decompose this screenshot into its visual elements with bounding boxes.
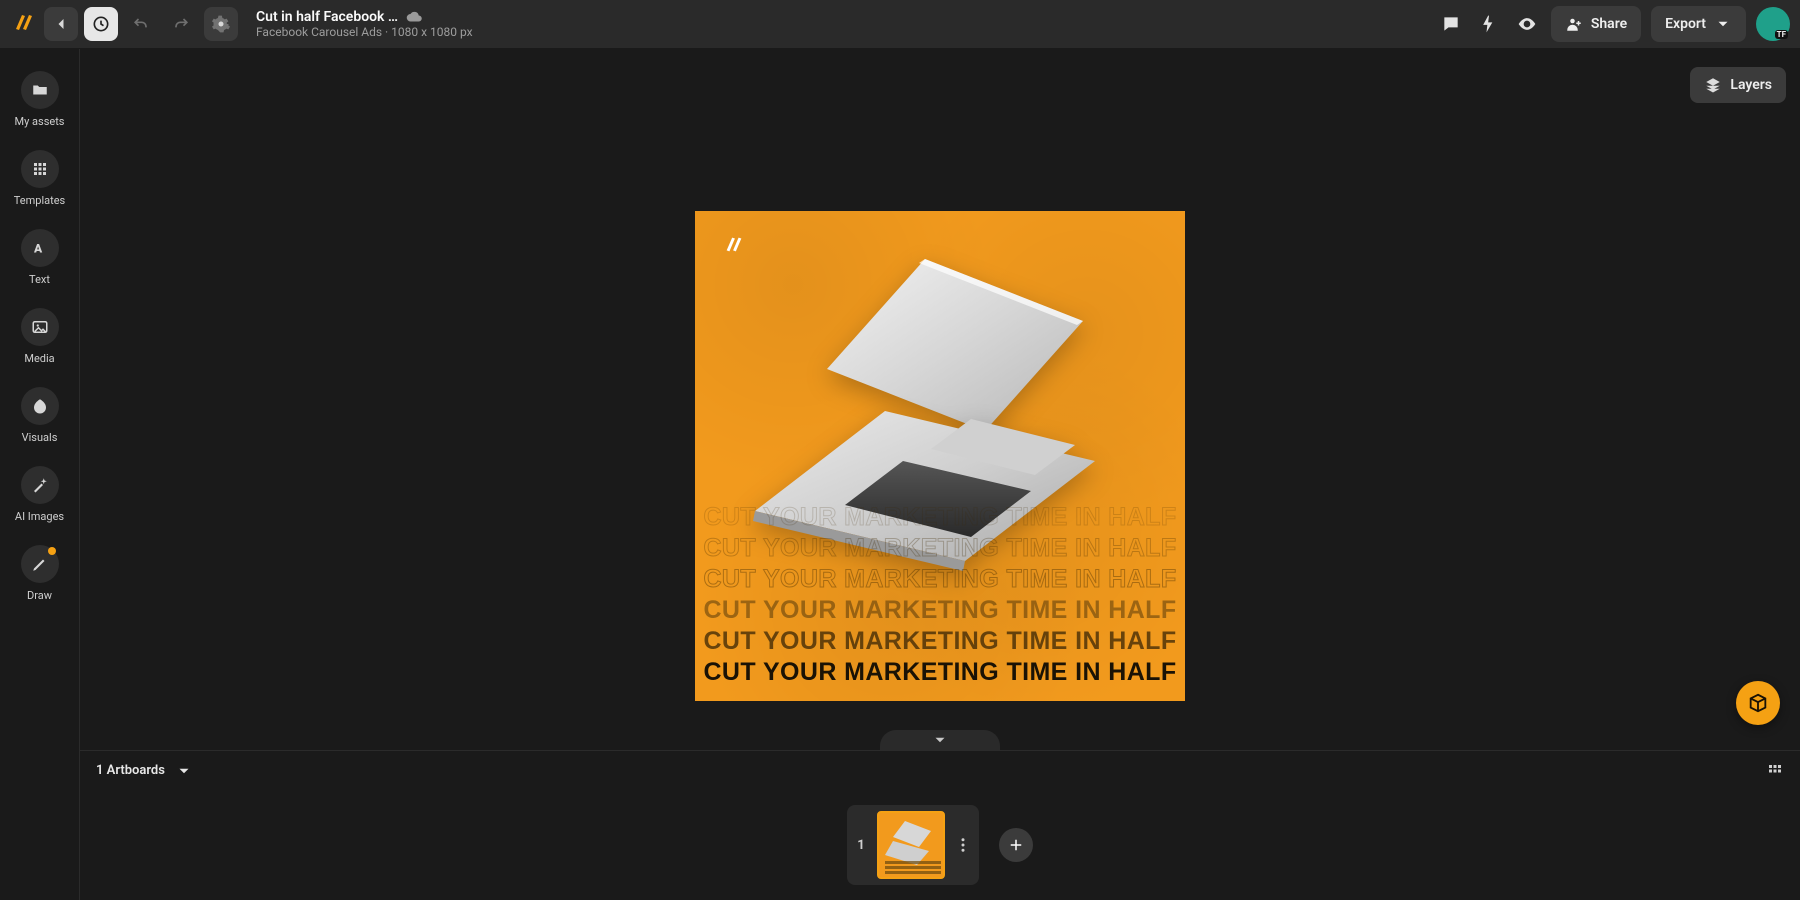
thumbnail-bar: 1 — [80, 790, 1800, 900]
sidebar-item-templates[interactable]: Templates — [6, 142, 74, 217]
layers-icon — [1704, 76, 1722, 94]
panel-pull-handle[interactable] — [880, 730, 1000, 750]
eye-icon — [1517, 14, 1537, 34]
artboards-bar: 1 Artboards — [80, 750, 1800, 790]
redo-button[interactable] — [164, 7, 198, 41]
undo-icon — [131, 14, 151, 34]
back-button[interactable] — [44, 7, 78, 41]
headline-line: CUT YOUR MARKETING TIME IN HALF — [703, 534, 1176, 563]
headline-stack: CUT YOUR MARKETING TIME IN HALF CUT YOUR… — [695, 503, 1185, 687]
document-title-area: Cut in half Facebook … Facebook Carousel… — [256, 8, 473, 40]
headline-line: CUT YOUR MARKETING TIME IN HALF — [703, 627, 1176, 656]
comments-button[interactable] — [1437, 10, 1465, 38]
sidebar-item-my-assets[interactable]: My assets — [6, 63, 74, 138]
artboard[interactable]: CUT YOUR MARKETING TIME IN HALF CUT YOUR… — [695, 211, 1185, 701]
settings-button[interactable] — [204, 7, 238, 41]
plus-icon — [1007, 836, 1025, 854]
person-plus-icon — [1565, 15, 1583, 33]
undo-button[interactable] — [124, 7, 158, 41]
sidebar-item-label: AI Images — [15, 510, 64, 523]
gear-icon — [211, 14, 231, 34]
headline-line: CUT YOUR MARKETING TIME IN HALF — [703, 565, 1176, 594]
thumbnail-number: 1 — [853, 838, 868, 853]
document-subtitle: Facebook Carousel Ads · 1080 x 1080 px — [256, 26, 473, 40]
svg-text:A: A — [33, 242, 43, 256]
bolt-icon — [1479, 14, 1499, 34]
left-sidebar: My assets Templates A Text Media Visuals… — [0, 49, 80, 900]
thumbnail-more-button[interactable] — [953, 836, 973, 854]
text-icon: A — [31, 239, 49, 257]
layers-button[interactable]: Layers — [1690, 67, 1786, 103]
sidebar-item-label: Templates — [14, 194, 65, 207]
grid-icon — [31, 160, 49, 178]
cube-icon — [1747, 692, 1769, 714]
headline-line: CUT YOUR MARKETING TIME IN HALF — [703, 596, 1176, 625]
sidebar-item-label: My assets — [15, 115, 65, 128]
cloud-status-icon — [406, 8, 424, 26]
chevron-down-icon — [931, 731, 949, 749]
pen-icon — [31, 555, 49, 573]
sidebar-item-draw[interactable]: Draw — [6, 537, 74, 612]
sidebar-item-label: Visuals — [22, 431, 58, 444]
chevron-down-icon — [1714, 15, 1732, 33]
headline-line: CUT YOUR MARKETING TIME IN HALF — [703, 658, 1176, 687]
folder-icon — [31, 81, 49, 99]
share-button[interactable]: Share — [1551, 6, 1641, 42]
export-label: Export — [1665, 16, 1706, 32]
headline-line: CUT YOUR MARKETING TIME IN HALF — [703, 503, 1176, 532]
grid-3x3-icon — [1766, 762, 1784, 780]
image-icon — [31, 318, 49, 336]
layers-label: Layers — [1730, 77, 1772, 93]
wand-icon — [31, 476, 49, 494]
clock-icon — [91, 14, 111, 34]
bolt-button[interactable] — [1475, 10, 1503, 38]
export-button[interactable]: Export — [1651, 6, 1746, 42]
sidebar-item-media[interactable]: Media — [6, 300, 74, 375]
sidebar-item-ai-images[interactable]: AI Images — [6, 458, 74, 533]
chevron-left-icon — [51, 14, 71, 34]
sidebar-item-label: Text — [29, 273, 50, 286]
topbar: Cut in half Facebook … Facebook Carousel… — [0, 0, 1800, 49]
avatar-initials: TF — [1775, 30, 1788, 39]
artboard-thumbnail[interactable] — [877, 811, 945, 879]
leaf-icon — [31, 397, 49, 415]
grid-view-button[interactable] — [1766, 762, 1784, 780]
share-label: Share — [1591, 16, 1627, 32]
history-button[interactable] — [84, 7, 118, 41]
help-fab[interactable] — [1736, 681, 1780, 725]
sidebar-item-visuals[interactable]: Visuals — [6, 379, 74, 454]
comment-icon — [1441, 14, 1461, 34]
app-logo[interactable] — [10, 10, 38, 38]
document-title[interactable]: Cut in half Facebook … — [256, 9, 398, 25]
brand-mark-icon — [723, 233, 745, 255]
chevron-down-icon[interactable] — [175, 762, 193, 780]
preview-button[interactable] — [1513, 10, 1541, 38]
sidebar-item-text[interactable]: A Text — [6, 221, 74, 296]
canvas-area[interactable]: Layers — [80, 49, 1800, 900]
add-artboard-button[interactable] — [999, 828, 1033, 862]
sidebar-item-label: Media — [24, 352, 54, 365]
user-avatar[interactable]: TF — [1756, 7, 1790, 41]
sidebar-item-label: Draw — [27, 589, 52, 602]
dots-vertical-icon — [954, 836, 972, 854]
artboards-count[interactable]: 1 Artboards — [96, 763, 165, 778]
redo-icon — [171, 14, 191, 34]
thumbnail-group: 1 — [847, 805, 978, 885]
